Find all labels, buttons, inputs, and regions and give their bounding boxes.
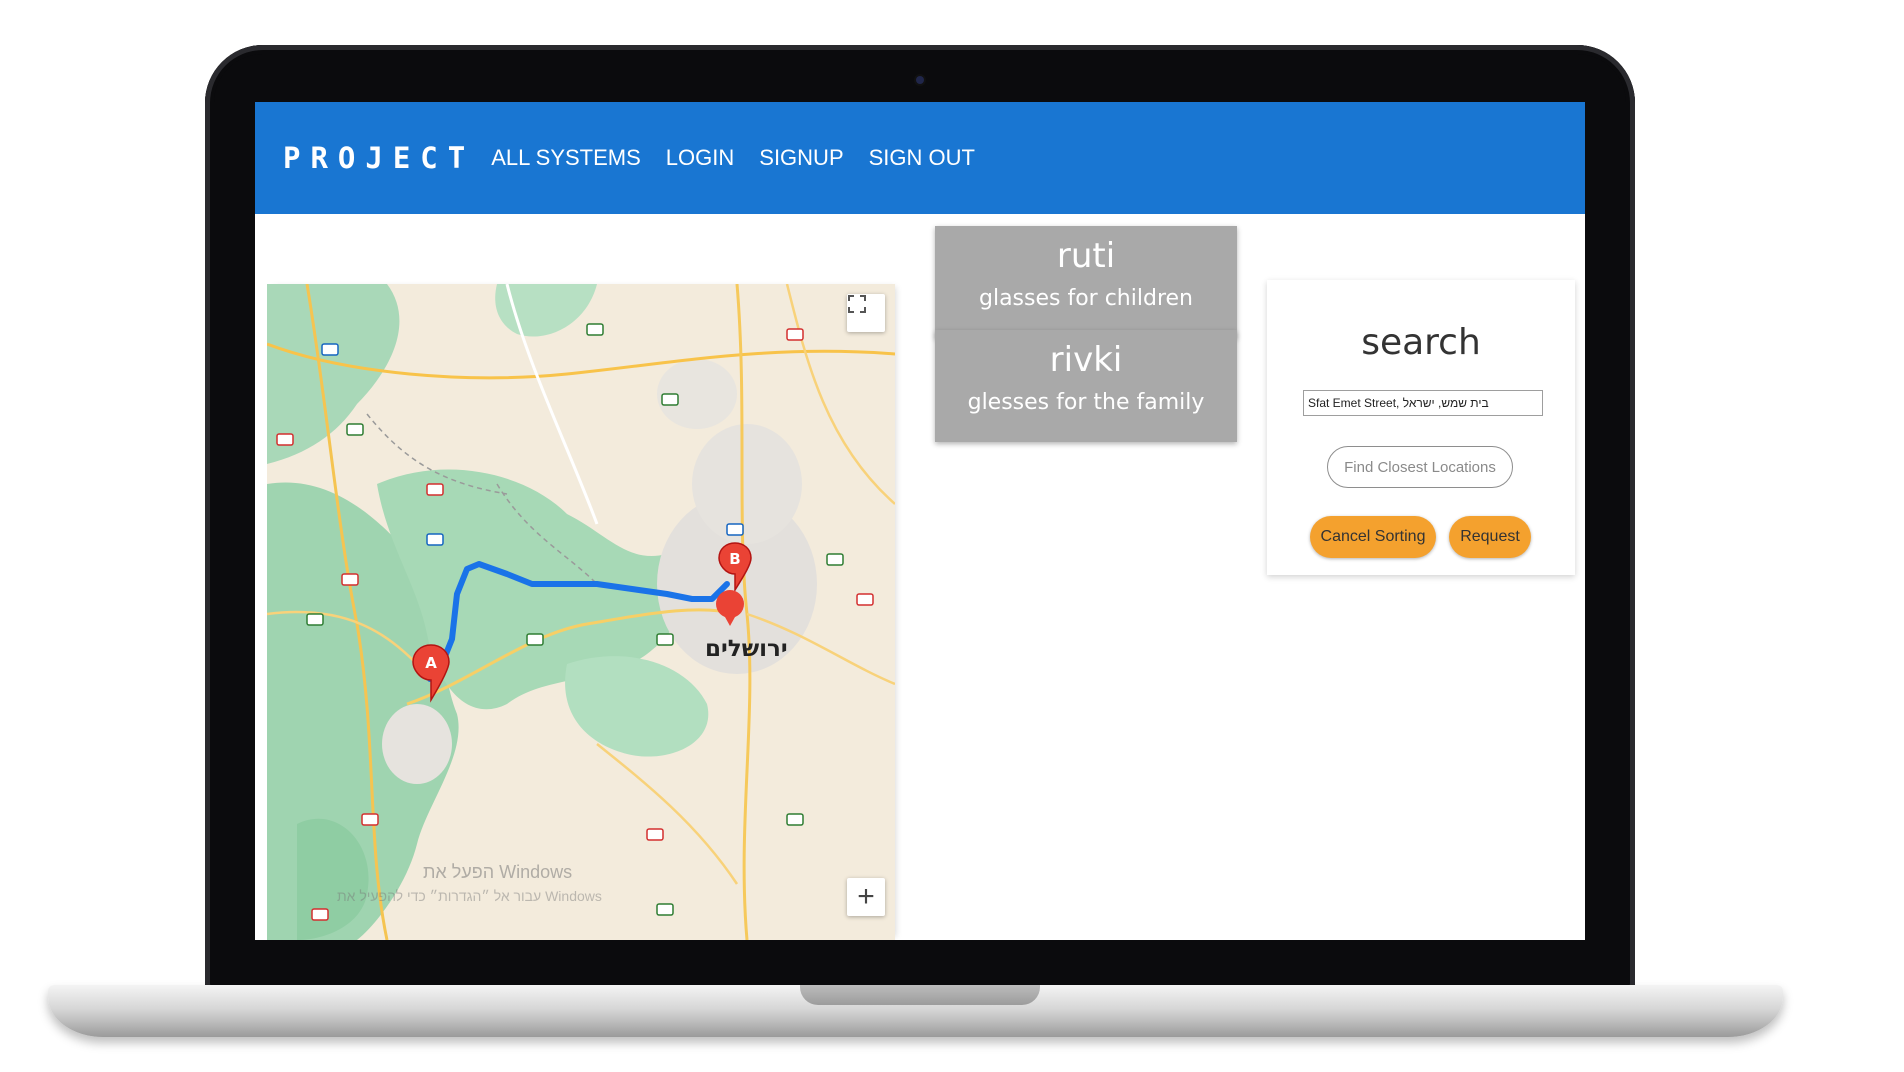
windows-watermark-sub: עבור אל ״הגדרות״ כדי להפעיל את Windows — [337, 888, 602, 904]
search-title: search — [1361, 322, 1481, 363]
zoom-in-button[interactable]: + — [847, 878, 885, 916]
result-card-rivki[interactable]: rivki glesses for the family — [935, 330, 1237, 442]
route-map[interactable]: A B ירושלים הפעל את Windows עבור אל ״הגד… — [267, 284, 895, 940]
nav-signup[interactable]: SIGNUP — [759, 145, 843, 171]
map-canvas: A B — [267, 284, 895, 940]
search-panel: search Find Closest Locations Cancel Sor… — [1267, 280, 1575, 575]
card-name: ruti — [1056, 236, 1116, 276]
plus-icon: + — [857, 880, 875, 913]
city-label: ירושלים — [705, 636, 788, 662]
windows-watermark: הפעל את Windows — [423, 862, 573, 882]
card-description: glasses for children — [979, 286, 1193, 311]
cancel-sorting-button[interactable]: Cancel Sorting — [1310, 516, 1436, 558]
card-description: glesses for the family — [967, 390, 1205, 415]
brand-logo[interactable]: PROJECT — [283, 141, 475, 175]
card-name: rivki — [1049, 340, 1123, 380]
result-card-ruti[interactable]: ruti glasses for children — [935, 226, 1237, 338]
nav-sign-out[interactable]: SIGN OUT — [869, 145, 975, 171]
nav-all-systems[interactable]: ALL SYSTEMS — [491, 145, 641, 171]
laptop-notch — [800, 985, 1040, 1005]
app-screen: PROJECT ALL SYSTEMS LOGIN SIGNUP SIGN OU… — [255, 102, 1585, 940]
svg-text:A: A — [425, 654, 437, 672]
fullscreen-icon-svg — [848, 295, 866, 313]
svg-text:B: B — [729, 550, 740, 568]
fullscreen-icon[interactable] — [847, 294, 885, 332]
camera-icon — [916, 76, 924, 84]
address-search-input[interactable] — [1303, 390, 1543, 416]
find-closest-locations-button[interactable]: Find Closest Locations — [1327, 446, 1513, 488]
navbar: PROJECT ALL SYSTEMS LOGIN SIGNUP SIGN OU… — [255, 102, 1585, 214]
nav-login[interactable]: LOGIN — [666, 145, 734, 171]
request-button[interactable]: Request — [1449, 516, 1531, 558]
